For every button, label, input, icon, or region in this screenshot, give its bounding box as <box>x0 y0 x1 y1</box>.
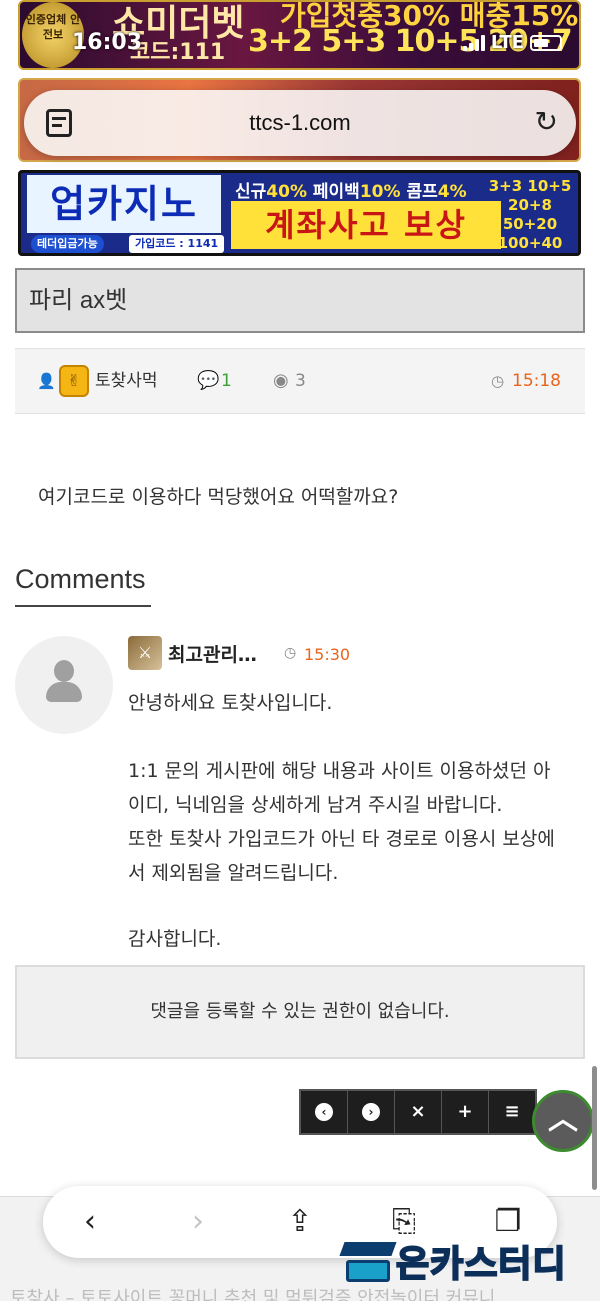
banner-bonus-list: 3+3 10+5 20+8 50+20 100+40 <box>488 177 572 253</box>
comment-line: 서 제외됨을 알려드립니다. <box>128 862 339 884</box>
scroll-top-button[interactable]: ︿ <box>532 1090 594 1152</box>
status-icons: LTE <box>462 32 562 53</box>
watermark-logo: 온카스터디 <box>339 1236 592 1286</box>
admin-level-icon: ⚔ <box>128 636 162 670</box>
bonus-line: 100+40 <box>497 234 563 252</box>
comments-heading: Comments <box>15 564 151 607</box>
book-shape <box>346 1260 390 1282</box>
next-button[interactable]: › <box>348 1091 395 1133</box>
footer-text[interactable]: 토찾사 – 토토사이트 꽁머니 추천 및 먹튀검증 안전놀이터 커뮤니 <box>10 1284 495 1301</box>
promo-value: 4% <box>437 182 467 202</box>
floating-nav: ‹ › × + ≡ <box>299 1089 537 1135</box>
network-label: LTE <box>490 32 524 53</box>
post-meta: 👤 ✌ 토찾사먹 💬 1 ◉ 3 ◷ 15:18 <box>15 348 585 414</box>
banner-code-label: 코드:111 <box>130 40 226 65</box>
avatar-head <box>54 660 74 682</box>
comment-count: 1 <box>221 371 232 391</box>
graduation-cap-icon <box>339 1236 397 1286</box>
share-icon[interactable]: ⇪ <box>275 1186 325 1258</box>
bonus-line: 3+3 10+5 <box>488 177 572 195</box>
post-author[interactable]: 토찾사먹 <box>95 349 158 413</box>
chevron-left-icon: ‹ <box>315 1103 333 1121</box>
banner-badge-code: 가입코드 : 1141 <box>129 235 225 253</box>
promo-value: 40% <box>266 182 307 202</box>
post-body: 여기코드로 이용하다 먹당했어요 어떡할까요? <box>38 486 399 508</box>
forward-icon[interactable]: › <box>173 1186 223 1258</box>
signal-icon <box>462 34 485 51</box>
eye-icon: ◉ <box>273 370 289 391</box>
clock-icon: ◷ <box>284 645 297 661</box>
view-count: 3 <box>295 371 306 391</box>
comment-permission-notice: 댓글을 등록할 수 있는 권한이 없습니다. <box>15 965 585 1059</box>
bonus-line: 20+8 <box>508 196 552 214</box>
banner-promo-line: 신규40% 페이백10% 콤프4% <box>235 177 467 202</box>
add-button[interactable]: + <box>442 1091 489 1133</box>
promo-text: 콤프 <box>400 182 438 202</box>
cap-board <box>339 1242 397 1256</box>
chevron-up-icon: ︿ <box>548 1102 578 1137</box>
author-level-icon: ✌ <box>59 365 89 397</box>
banner-title: 업카지노 <box>27 175 221 233</box>
battery-icon <box>530 34 562 51</box>
page-menu-icon[interactable] <box>46 109 72 137</box>
prev-button[interactable]: ‹ <box>301 1091 348 1133</box>
status-time: 16:03 <box>72 30 143 55</box>
banner-badge-tether: 테더입금가능 <box>31 235 104 253</box>
chevron-right-icon: › <box>362 1103 380 1121</box>
address-bar[interactable]: ttcs-1.com ↻ <box>24 90 576 156</box>
clock-icon: ◷ <box>491 372 505 390</box>
watermark-text: 온카스터디 <box>395 1243 567 1286</box>
comment-author[interactable]: 최고관리… <box>168 640 257 667</box>
promo-value: 10% <box>359 182 401 202</box>
comment-time: 15:30 <box>304 645 351 664</box>
close-button[interactable]: × <box>395 1091 442 1133</box>
user-icon: 👤 <box>37 372 56 390</box>
menu-button[interactable]: ≡ <box>489 1091 535 1133</box>
post-time: 15:18 <box>512 371 561 391</box>
post-title: 파리 ax벳 <box>15 268 585 333</box>
avatar-body <box>46 682 82 702</box>
comment-line: 1:1 문의 게시판에 해당 내용과 사이트 이용하셨던 아 <box>128 760 551 782</box>
commenter-avatar <box>15 636 113 734</box>
promo-text: 페이백 <box>306 182 360 202</box>
scrollbar[interactable] <box>592 1066 597 1190</box>
promo-text: 신규 <box>235 182 267 202</box>
banner-headline: 계좌사고 보상 <box>231 201 501 249</box>
comment-line: 또한 토찾사 가입코드가 아닌 타 경로로 이용시 보상에 <box>128 828 555 850</box>
bonus-line: 50+20 <box>502 215 558 233</box>
back-icon[interactable]: ‹ <box>65 1186 115 1258</box>
reload-icon[interactable]: ↻ <box>535 108 558 136</box>
comment-line: 감사합니다. <box>128 928 222 950</box>
comment-icon: 💬 <box>197 370 220 391</box>
url-text[interactable]: ttcs-1.com <box>249 110 350 136</box>
comment-line: 안녕하세요 토찾사입니다. <box>128 692 333 714</box>
comment-line: 이디, 닉네임을 상세하게 남겨 주시길 바랍니다. <box>128 794 503 816</box>
third-ad-banner[interactable]: 업카지노 테더입금가능 가입코드 : 1141 신규40% 페이백10% 콤프4… <box>18 170 581 256</box>
